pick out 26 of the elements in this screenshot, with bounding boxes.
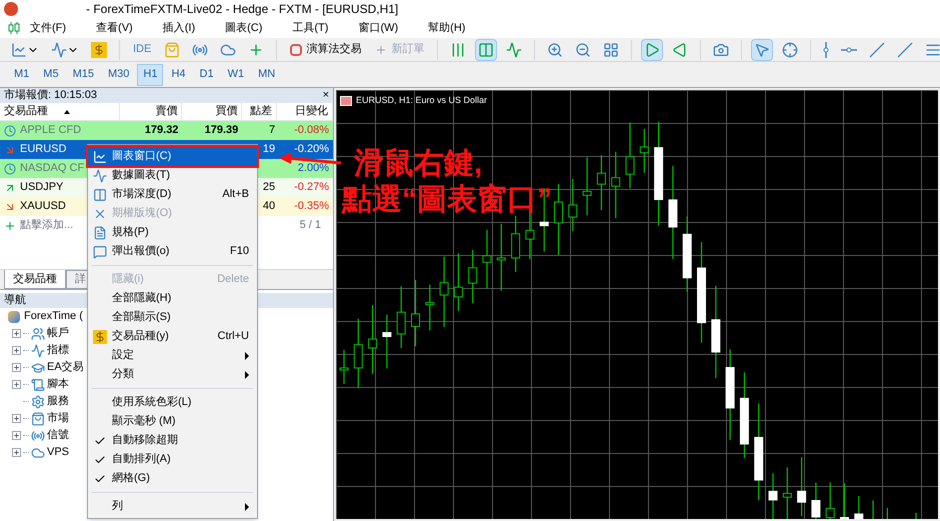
shortcut-label: Alt+B: [222, 187, 249, 202]
shortcut-label: Ctrl+U: [218, 329, 249, 344]
symbol-count: 5 / 1: [300, 218, 321, 234]
panel-title: 市場報價: 10:15:03: [4, 88, 97, 104]
spread-cell-text: 7: [269, 123, 276, 138]
chart-title: EURUSD, H1: Euro vs US Dollar: [356, 94, 488, 107]
symbol-cell-text: NASDAQ CF: [20, 161, 84, 176]
change-cell-text: 2.00%: [298, 161, 329, 176]
spread-cell-text: 19: [262, 142, 276, 158]
change-cell-text: -0.27%: [294, 180, 329, 196]
annotation-text: 滑鼠右鍵,: [354, 146, 484, 182]
ask-cell-text: 179.39: [204, 123, 238, 138]
symbol-cell-text: USDJPY: [20, 180, 64, 196]
bid-cell-text: 179.32: [144, 123, 178, 138]
change-cell-text: -0.20%: [294, 142, 329, 158]
panel-title: 導航: [4, 292, 26, 308]
symbol-cell-text: XAUUSD: [20, 199, 66, 214]
change-cell-text: -0.08%: [294, 123, 329, 138]
spread-cell-text: 25: [262, 180, 276, 196]
change-cell-text: -0.35%: [294, 199, 329, 214]
spread-cell-text: 40: [262, 199, 276, 214]
shortcut-label: Delete: [217, 272, 249, 288]
window-title: - ForexTimeFXTM-Live02 - Hedge - FXTM - [EURUSD,H1]: [86, 1, 398, 18]
symbol-cell-text: APPLE CFD: [20, 123, 82, 138]
symbol-cell-text: EURUSD: [20, 142, 66, 158]
shortcut-label: F10: [230, 244, 249, 260]
